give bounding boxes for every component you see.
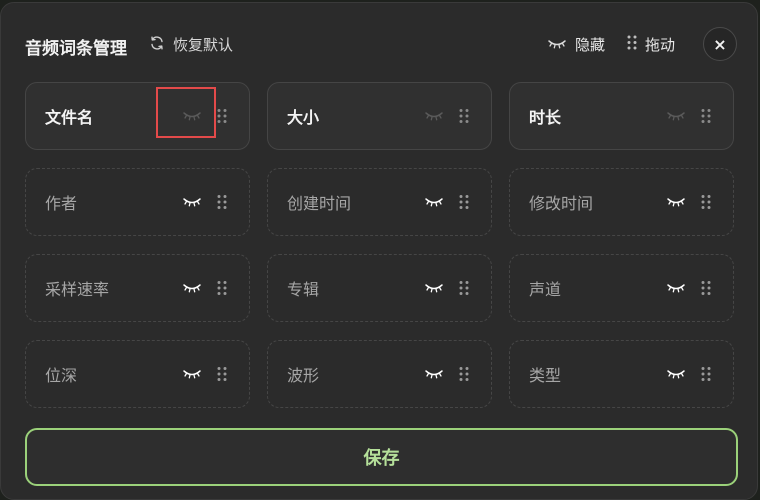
closed-eye-icon[interactable] [182, 282, 202, 294]
field-card[interactable]: 波形 [267, 340, 492, 408]
field-card[interactable]: 大小 [267, 82, 492, 150]
closed-eye-icon[interactable] [666, 110, 686, 122]
field-card[interactable]: 作者 [25, 168, 250, 236]
field-card[interactable]: 位深 [25, 340, 250, 408]
field-card[interactable]: 时长 [509, 82, 734, 150]
drag-handle-icon[interactable] [701, 109, 711, 124]
close-button[interactable]: × [703, 27, 737, 61]
legend-hide: 隐藏 [547, 34, 605, 55]
field-label: 采样速率 [45, 280, 110, 299]
closed-eye-icon[interactable] [666, 368, 686, 380]
drag-handle-icon[interactable] [701, 281, 711, 296]
closed-eye-icon[interactable] [424, 368, 444, 380]
legend-drag-label: 拖动 [645, 36, 676, 54]
drag-handle-icon[interactable] [459, 195, 469, 210]
drag-handle-icon[interactable] [459, 367, 469, 382]
drag-handle-icon[interactable] [217, 109, 227, 124]
reset-default-label: 恢复默认 [173, 36, 234, 54]
drag-handle-icon[interactable] [459, 281, 469, 296]
field-label: 作者 [45, 194, 78, 213]
field-label: 类型 [529, 366, 562, 385]
field-card[interactable]: 类型 [509, 340, 734, 408]
dialog-header: 音频词条管理 恢复默认 隐藏 拖动 × [1, 3, 757, 83]
field-card[interactable]: 采样速率 [25, 254, 250, 322]
drag-handle-icon [627, 35, 637, 54]
field-label: 位深 [45, 366, 78, 385]
field-label: 声道 [529, 280, 562, 299]
field-label: 波形 [287, 366, 320, 385]
field-card[interactable]: 文件名 [25, 82, 250, 150]
drag-handle-icon[interactable] [459, 109, 469, 124]
field-label: 时长 [529, 108, 562, 127]
field-card[interactable]: 声道 [509, 254, 734, 322]
field-card[interactable]: 专辑 [267, 254, 492, 322]
closed-eye-icon[interactable] [182, 110, 202, 122]
refresh-icon [149, 35, 165, 55]
field-card[interactable]: 创建时间 [267, 168, 492, 236]
save-button[interactable]: 保存 [25, 428, 738, 486]
drag-handle-icon[interactable] [217, 281, 227, 296]
audio-fields-dialog: 音频词条管理 恢复默认 隐藏 拖动 × 文件名 大小 时长 作者 创建时间 修改… [0, 2, 758, 500]
field-label: 文件名 [45, 108, 94, 127]
closed-eye-icon[interactable] [424, 110, 444, 122]
field-label: 专辑 [287, 280, 320, 299]
drag-handle-icon[interactable] [217, 367, 227, 382]
drag-handle-icon[interactable] [701, 367, 711, 382]
field-label: 创建时间 [287, 194, 352, 213]
closed-eye-icon [547, 36, 567, 54]
closed-eye-icon[interactable] [424, 282, 444, 294]
closed-eye-icon[interactable] [424, 196, 444, 208]
legend-hide-label: 隐藏 [575, 36, 606, 54]
save-label: 保存 [363, 448, 400, 469]
legend-drag: 拖动 [627, 34, 675, 55]
closed-eye-icon[interactable] [666, 282, 686, 294]
field-card[interactable]: 修改时间 [509, 168, 734, 236]
dialog-title: 音频词条管理 [25, 39, 127, 59]
close-icon: × [713, 34, 727, 54]
closed-eye-icon[interactable] [182, 196, 202, 208]
drag-handle-icon[interactable] [701, 195, 711, 210]
closed-eye-icon[interactable] [182, 368, 202, 380]
field-label: 大小 [287, 108, 320, 127]
field-grid: 文件名 大小 时长作者 创建时间 修改时间采样速率 专辑 声道位深 波形 类型 [25, 82, 734, 408]
field-label: 修改时间 [529, 194, 594, 213]
drag-handle-icon[interactable] [217, 195, 227, 210]
reset-default-button[interactable]: 恢复默认 [149, 34, 233, 55]
closed-eye-icon[interactable] [666, 196, 686, 208]
